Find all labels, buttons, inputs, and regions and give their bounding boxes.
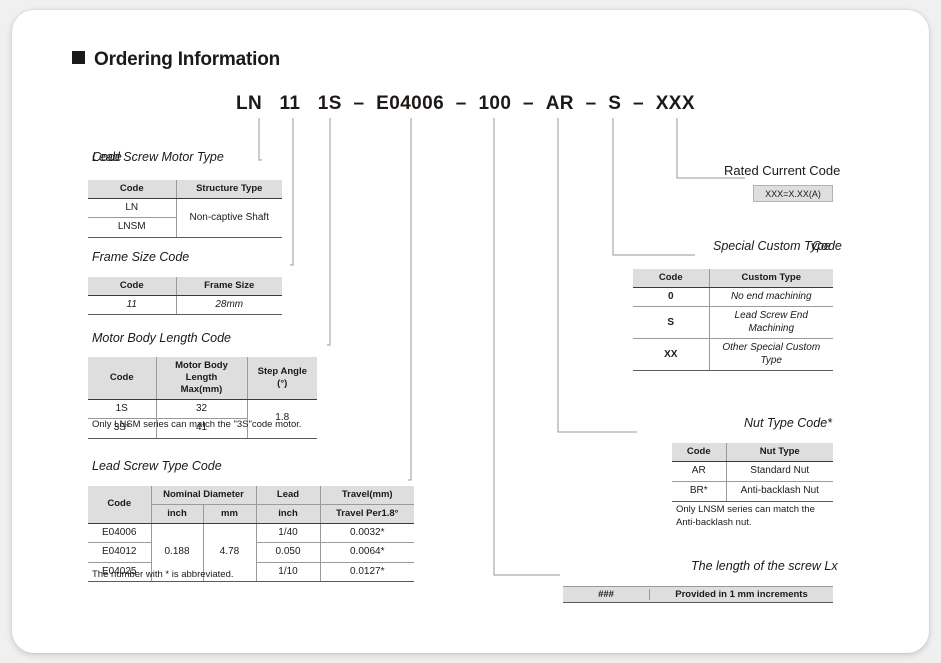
motor-type-structure-merged: Non-captive Shaft [175, 198, 282, 238]
ls-travel-0: 0.0032* [319, 523, 414, 544]
frame-size-title: Frame Size Code [92, 250, 190, 264]
table-row: 11 28mm [88, 295, 282, 316]
sc-code-0: 0 [633, 287, 709, 308]
motor-type-code-1: LNSM [88, 217, 176, 238]
table-row: LN Non-captive Shaft [88, 198, 282, 238]
rated-current-title: Rated Current Code [724, 163, 841, 178]
nut-col-type: Nut Type [725, 443, 833, 462]
rated-current-box: XXX=X.XX(A) [753, 185, 833, 202]
screw-length-description: Provided in 1 mm increments [649, 589, 833, 600]
frame-size-col-code: Code [88, 277, 176, 296]
ls-travel-1: 0.0064* [319, 542, 414, 563]
lead-screw-table: Code Nominal Diameter Lead Travel(mm) in… [88, 486, 414, 583]
lead-screw-title: Lead Screw Type Code [92, 459, 222, 473]
motor-type-title-primary: Lead Screw Motor Type [92, 150, 224, 164]
mbl-code-0: 1S [88, 399, 156, 420]
nut-type-0: Standard Nut [725, 461, 833, 482]
motor-type-code-0: LN [88, 198, 176, 219]
ls-col-travel: Travel(mm) [319, 486, 414, 505]
ls-col-nominal-mm: mm [202, 504, 256, 524]
screw-length-title: The length of the screw Lx [691, 559, 838, 573]
ls-lead-2: 1/10 [255, 562, 320, 583]
nut-code-1: BR* [672, 481, 726, 502]
ls-col-nominal-inch: inch [150, 504, 203, 524]
sc-col-type: Custom Type [708, 269, 833, 288]
lead-screw-note: The number with * is abbreviated. [92, 569, 234, 580]
ls-col-travel-sub: Travel Per1.8° [319, 504, 414, 524]
table-row: E04006 0.188 4.78 1/40 0.0032* [88, 523, 414, 583]
screw-length-code: ### [598, 589, 614, 600]
nut-type-1: Anti-backlash Nut [725, 481, 833, 502]
motor-body-length-note: Only LNSM series can match the "3S"code … [92, 419, 302, 430]
mbl-length-0: 32 [155, 399, 247, 420]
special-custom-table: Code Custom Type 0 No end machining S Le… [633, 269, 833, 372]
motor-type-col-code: Code [88, 180, 176, 199]
frame-size-table: Code Frame Size 11 28mm [88, 277, 282, 316]
sc-type-1: Lead Screw End Machining [708, 306, 833, 340]
ls-col-nominal: Nominal Diameter [150, 486, 256, 505]
ls-lead-0: 1/40 [255, 523, 320, 544]
mbl-col-step-angle: Step Angle (°) [246, 357, 317, 400]
motor-type-col-structure: Structure Type [175, 180, 282, 199]
nut-type-table: Code Nut Type AR Standard Nut BR* Anti-b… [672, 443, 833, 502]
table-row: XX Other Special Custom Type [633, 338, 833, 372]
table-row: 1S 32 1.8 [88, 399, 317, 439]
nut-type-title: Nut Type Code* [744, 416, 833, 430]
mbl-col-length: Motor Body Length Max(mm) [155, 357, 247, 400]
nut-code-0: AR [672, 461, 726, 482]
sc-col-code: Code [633, 269, 709, 288]
ls-col-lead-inch: inch [255, 504, 320, 524]
nut-type-note: Only LNSM series can match the Anti-back… [676, 504, 815, 528]
screw-length-banner: ### Provided in 1 mm increments [563, 586, 833, 603]
table-row: BR* Anti-backlash Nut [672, 481, 833, 502]
ordering-information-diagram: Ordering Information LN 11 1S – E04006 –… [0, 0, 941, 663]
sc-type-0: No end machining [708, 287, 833, 308]
ls-col-code: Code [88, 486, 151, 524]
mbl-col-code: Code [88, 357, 156, 400]
special-custom-title-overlay: Code [812, 239, 842, 253]
ls-code-1: E04012 [88, 542, 151, 563]
ls-code-0: E04006 [88, 523, 151, 544]
sc-code-1: S [633, 306, 709, 340]
motor-body-length-title: Motor Body Length Code [92, 331, 231, 345]
table-row: S Lead Screw End Machining [633, 306, 833, 340]
ls-lead-1: 0.050 [255, 542, 320, 563]
table-row: 0 No end machining [633, 287, 833, 308]
ls-col-lead: Lead [255, 486, 320, 505]
sc-code-2: XX [633, 338, 709, 372]
frame-size-col-size: Frame Size [175, 277, 282, 296]
nut-col-code: Code [672, 443, 726, 462]
motor-type-table: Code Structure Type LN Non-captive Shaft… [88, 180, 282, 238]
frame-size-code-0: 11 [88, 295, 176, 316]
sc-type-2: Other Special Custom Type [708, 338, 833, 372]
ls-travel-2: 0.0127* [319, 562, 414, 583]
frame-size-value-0: 28mm [175, 295, 282, 316]
table-row: AR Standard Nut [672, 461, 833, 482]
